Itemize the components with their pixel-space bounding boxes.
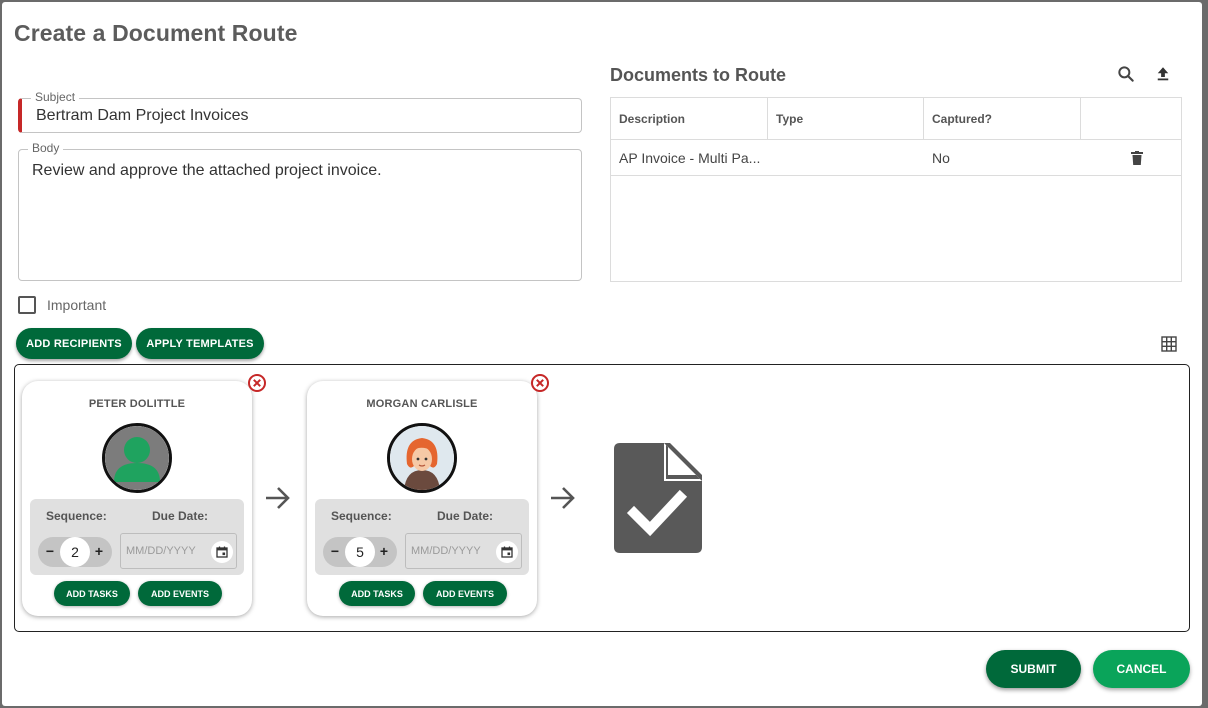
important-label: Important [47,297,107,313]
calendar-icon[interactable] [211,541,233,563]
column-header-type[interactable]: Type [768,98,924,140]
decrement-button[interactable]: − [43,543,57,559]
important-option[interactable]: Important [18,296,106,314]
arrow-right-icon [264,484,292,512]
due-date-input[interactable]: MM/DD/YYYY [405,533,522,569]
important-checkbox[interactable] [18,296,36,314]
recipient-settings-panel: Sequence: Due Date: − 2 + MM/DD/YYYY [30,499,244,575]
remove-recipient-icon[interactable] [530,373,550,393]
sequence-stepper: − 5 + [323,537,397,567]
add-events-button[interactable]: ADD EVENTS [138,581,222,606]
due-date-input[interactable]: MM/DD/YYYY [120,533,237,569]
subject-field[interactable]: Subject Bertram Dam Project Invoices [18,90,582,133]
sequence-label: Sequence: [331,509,392,523]
column-header-captured[interactable]: Captured? [924,98,1081,140]
due-date-placeholder: MM/DD/YYYY [126,545,196,557]
table-row[interactable]: AP Invoice - Multi Pa... No [611,140,1181,176]
body-label: Body [28,141,64,155]
calendar-icon[interactable] [496,541,518,563]
column-header-actions [1081,98,1181,140]
subject-label: Subject [31,90,80,104]
recipient-name: PETER DOLITTLE [88,398,186,410]
add-tasks-button[interactable]: ADD TASKS [54,581,130,606]
documents-table: Description Type Captured? AP Invoice - … [610,97,1182,282]
documents-title: Documents to Route [610,65,787,85]
column-header-description[interactable]: Description [611,98,768,140]
add-tasks-button[interactable]: ADD TASKS [339,581,415,606]
decrement-button[interactable]: − [328,543,342,559]
sequence-value[interactable]: 2 [60,537,90,567]
recipient-card: PETER DOLITTLE Sequence: Due Date: − 2 +… [22,381,252,616]
document-check-icon [612,443,702,555]
sequence-value[interactable]: 5 [345,537,375,567]
avatar [387,423,457,493]
sequence-stepper: − 2 + [38,537,112,567]
cell-description: AP Invoice - Multi Pa... [619,150,761,166]
cancel-button[interactable]: CANCEL [1093,650,1190,688]
due-date-placeholder: MM/DD/YYYY [411,545,481,557]
add-recipients-button[interactable]: ADD RECIPIENTS [16,328,132,359]
sequence-label: Sequence: [46,509,107,523]
subject-value[interactable]: Bertram Dam Project Invoices [36,107,249,125]
add-events-button[interactable]: ADD EVENTS [423,581,507,606]
recipient-name: MORGAN CARLISLE [366,398,478,410]
due-date-label: Due Date: [437,509,494,523]
increment-button[interactable]: + [92,543,106,559]
upload-icon[interactable] [1151,62,1175,86]
avatar [102,423,172,493]
body-field[interactable]: Body Review and approve the attached pro… [18,141,582,281]
recipient-settings-panel: Sequence: Due Date: − 5 + MM/DD/YYYY [315,499,529,575]
create-route-dialog: Create a Document Route Subject Bertram … [2,2,1202,706]
increment-button[interactable]: + [377,543,391,559]
cell-captured: No [932,150,950,166]
arrow-right-icon [549,484,577,512]
table-header: Description Type Captured? [611,98,1181,140]
dialog-title: Create a Document Route [14,20,298,46]
due-date-label: Due Date: [152,509,209,523]
delete-icon[interactable] [1123,140,1153,176]
cell-type [768,140,924,176]
body-value[interactable]: Review and approve the attached project … [32,162,382,180]
submit-button[interactable]: SUBMIT [986,650,1081,688]
recipient-card: MORGAN CARLISLE Sequence: Due Date: − 5 … [307,381,537,616]
search-icon[interactable] [1114,62,1138,86]
grid-view-icon[interactable] [1157,332,1181,356]
apply-templates-button[interactable]: APPLY TEMPLATES [136,328,264,359]
remove-recipient-icon[interactable] [247,373,267,393]
